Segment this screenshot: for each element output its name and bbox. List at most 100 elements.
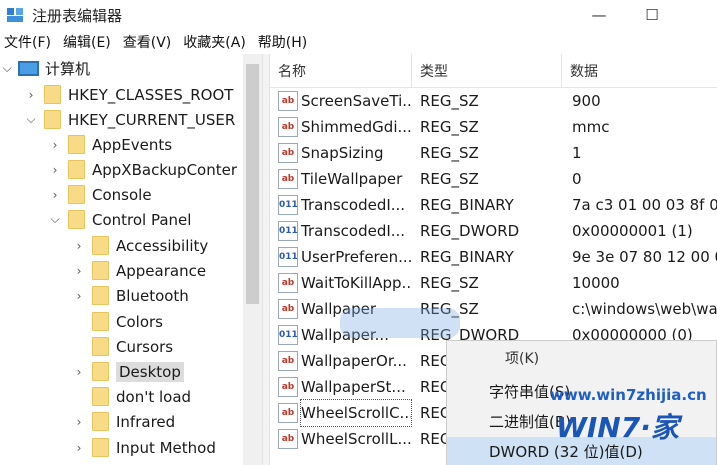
string-value-icon: ab <box>278 299 298 319</box>
column-header-type[interactable]: 类型 <box>412 54 562 88</box>
chevron-right-icon[interactable]: › <box>72 365 86 379</box>
chevron-right-icon[interactable]: › <box>72 415 86 429</box>
title-bar: 注册表编辑器 — ☐ <box>0 0 717 30</box>
folder-icon <box>92 312 109 331</box>
string-value-icon: ab <box>278 143 298 163</box>
computer-icon <box>18 61 39 76</box>
chevron-right-icon[interactable]: › <box>72 264 86 278</box>
column-header-data[interactable]: 数据 <box>562 54 717 88</box>
list-row[interactable]: 011 UserPreferen... REG_BINARY 9e 3e 07 80 … <box>270 244 717 270</box>
chevron-right-icon[interactable]: › <box>72 289 86 303</box>
tree-item-cursors[interactable]: Cursors <box>72 334 173 359</box>
tree-item-colors[interactable]: Colors <box>72 309 163 334</box>
value-type: REG_BINARY <box>420 196 514 214</box>
value-type: REG_DWORD <box>420 222 520 240</box>
value-name: WheelScrollL... <box>301 430 411 448</box>
tree-item-accessibility[interactable]: › Accessibility <box>72 233 208 258</box>
string-value-icon: ab <box>278 169 298 189</box>
list-row[interactable]: ab TileWallpaper REG_SZ 0 <box>270 166 717 192</box>
binary-value-icon: 011 <box>278 221 298 241</box>
binary-value-icon: 011 <box>278 325 298 345</box>
value-type: REG_SZ <box>420 170 479 188</box>
chevron-right-icon[interactable]: › <box>48 163 62 177</box>
chevron-right-icon[interactable]: › <box>72 239 86 253</box>
value-data: 900 <box>572 92 601 110</box>
chevron-right-icon[interactable]: › <box>72 441 86 455</box>
value-type: REG_SZ <box>420 144 479 162</box>
tree-item-appearance[interactable]: › Appearance <box>72 258 206 283</box>
value-data: 7a c3 01 00 03 8f 0 <box>572 196 717 214</box>
value-name: ShimmedGdi... <box>301 118 411 136</box>
tree-item-console[interactable]: › Console <box>48 182 152 207</box>
menu-edit[interactable]: 编辑(E) <box>59 32 119 52</box>
minimize-button[interactable]: — <box>576 0 622 30</box>
value-name: WheelScrollC... <box>300 399 412 427</box>
list-header: 名称 类型 数据 <box>270 54 717 88</box>
list-row[interactable]: 011 TranscodedI... REG_BINARY 7a c3 01 00 0… <box>270 192 717 218</box>
folder-icon <box>68 135 85 154</box>
tree-item-appxbackup[interactable]: › AppXBackupConter <box>48 157 237 182</box>
value-type: REG_SZ <box>420 118 479 136</box>
string-value-icon: ab <box>278 377 298 397</box>
watermark-brand: WIN7·家 <box>556 411 679 444</box>
binary-value-icon: 011 <box>278 247 298 267</box>
value-type: REG_BINARY <box>420 248 514 266</box>
tree-item-hkcr[interactable]: › HKEY_CLASSES_ROOT <box>24 82 233 107</box>
menu-favorites[interactable]: 收藏夹(A) <box>179 32 254 52</box>
string-value-icon: ab <box>278 351 298 371</box>
pane-splitter[interactable] <box>262 54 270 465</box>
chevron-right-icon[interactable]: › <box>48 188 62 202</box>
folder-icon <box>44 85 61 104</box>
tree-item-desktop[interactable]: › Desktop <box>72 359 184 384</box>
tree-item-infrared[interactable]: › Infrared <box>72 409 175 434</box>
tree-item-bluetooth[interactable]: › Bluetooth <box>72 283 189 308</box>
value-data: c:\windows\web\wa <box>572 300 717 318</box>
value-data: 9e 3e 07 80 12 00 0 <box>572 248 717 266</box>
tree-item-hkcu[interactable]: ⌵ HKEY_CURRENT_USER <box>24 107 235 132</box>
value-name: UserPreferen... <box>301 248 411 266</box>
maximize-button[interactable]: ☐ <box>629 0 675 30</box>
value-name: TranscodedI... <box>301 222 406 240</box>
list-row[interactable]: ab ScreenSaveTi... REG_SZ 900 <box>270 88 717 114</box>
chevron-down-icon[interactable]: ⌵ <box>0 61 14 76</box>
list-row[interactable]: ab Wallpaper REG_SZ c:\windows\web\wa <box>270 296 717 322</box>
menu-help[interactable]: 帮助(H) <box>254 32 315 52</box>
folder-icon <box>92 236 109 255</box>
tree-scrollbar[interactable] <box>243 54 262 465</box>
tree-item-appevents[interactable]: › AppEvents <box>48 132 172 157</box>
menu-item-key-partial[interactable]: 项(K) <box>505 348 539 368</box>
tree-item-dont-load[interactable]: don't load <box>72 384 191 409</box>
folder-icon <box>92 438 109 457</box>
list-row[interactable]: ab ShimmedGdi... REG_SZ mmc <box>270 114 717 140</box>
registry-editor-app-icon <box>6 6 24 24</box>
menu-view[interactable]: 查看(V) <box>119 32 180 52</box>
value-type: REG_SZ <box>420 92 479 110</box>
chevron-down-icon[interactable]: ⌵ <box>48 212 62 227</box>
binary-value-icon: 011 <box>278 195 298 215</box>
string-value-icon: ab <box>278 403 298 423</box>
list-row[interactable]: 011 TranscodedI... REG_DWORD 0x00000001 (1) <box>270 218 717 244</box>
value-name: WallpaperOr... <box>301 352 407 370</box>
value-name: TranscodedI... <box>301 196 406 214</box>
folder-icon <box>92 286 109 305</box>
folder-icon <box>92 362 109 381</box>
value-name: WaitToKillApp... <box>301 274 411 292</box>
registry-tree[interactable]: ⌵ 计算机 › HKEY_CLASSES_ROOT ⌵ HKEY_CURRENT… <box>0 54 262 465</box>
string-value-icon: ab <box>278 117 298 137</box>
tree-item-input-method[interactable]: › Input Method <box>72 435 216 460</box>
menu-bar: 文件(F) 编辑(E) 查看(V) 收藏夹(A) 帮助(H) <box>0 30 717 54</box>
list-row[interactable]: ab SnapSizing REG_SZ 1 <box>270 140 717 166</box>
chevron-down-icon[interactable]: ⌵ <box>24 112 38 127</box>
chevron-right-icon[interactable]: › <box>24 88 38 102</box>
tree-scrollbar-thumb[interactable] <box>246 64 259 304</box>
tree-item-computer[interactable]: ⌵ 计算机 <box>0 56 90 81</box>
menu-file[interactable]: 文件(F) <box>0 32 59 52</box>
folder-icon <box>68 185 85 204</box>
tree-item-control-panel[interactable]: ⌵ Control Panel <box>48 207 191 232</box>
value-name: ScreenSaveTi... <box>301 92 411 110</box>
column-header-name[interactable]: 名称 <box>270 54 412 88</box>
folder-icon <box>92 387 109 406</box>
watermark-url: www.win7zhijia.cn <box>550 386 707 404</box>
chevron-right-icon[interactable]: › <box>48 138 62 152</box>
list-row[interactable]: ab WaitToKillApp... REG_SZ 10000 <box>270 270 717 296</box>
